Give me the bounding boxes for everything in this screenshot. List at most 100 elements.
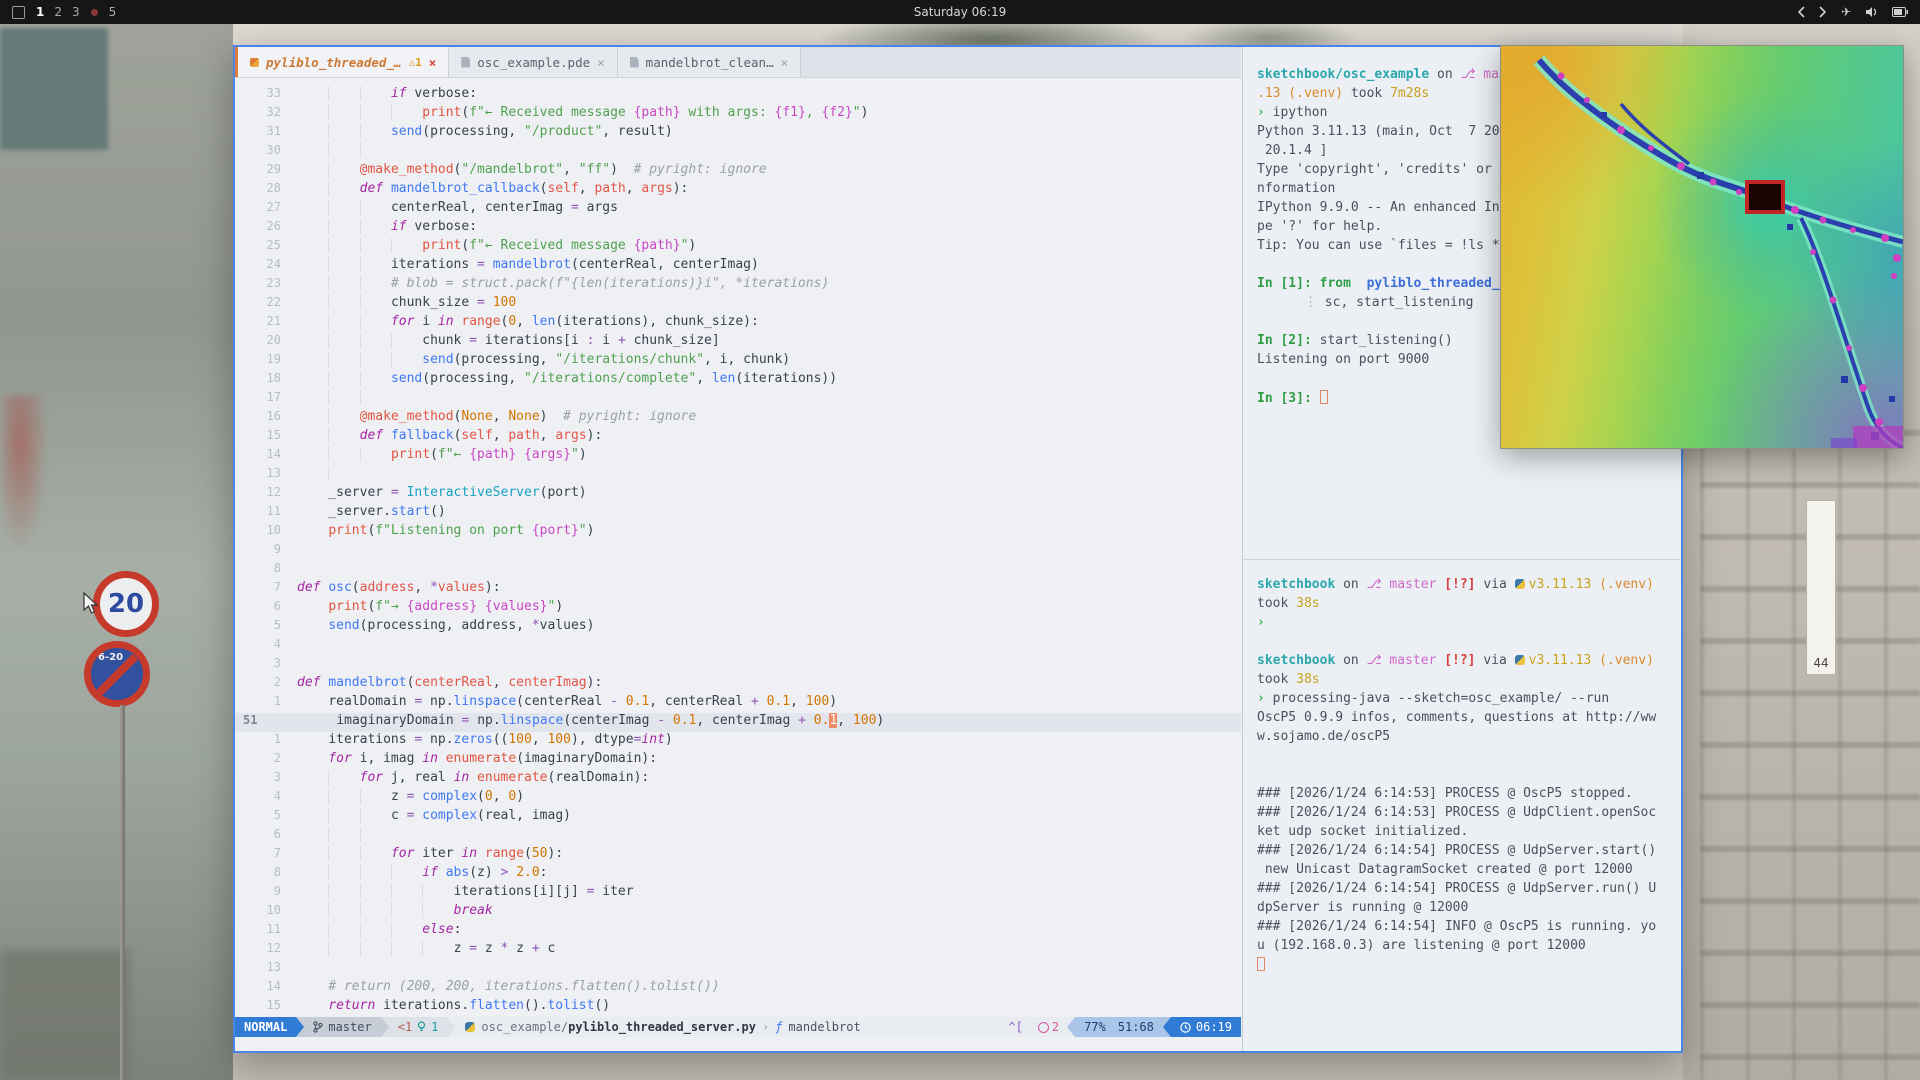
code-line[interactable]: 29 @make_method("/mandelbrot", "ff") # p…: [235, 162, 1241, 181]
code-line[interactable]: 13: [235, 960, 1241, 979]
code-line[interactable]: 24 iterations = mandelbrot(centerReal, c…: [235, 257, 1241, 276]
close-tab-icon[interactable]: ×: [429, 55, 437, 70]
code-line[interactable]: 13: [235, 466, 1241, 485]
code-line[interactable]: 15 return iterations.flatten().tolist(): [235, 998, 1241, 1017]
line-number: 51: [235, 713, 305, 732]
code-line[interactable]: 12 z = z * z + c: [235, 941, 1241, 960]
terminal-split-divider[interactable]: [1243, 559, 1681, 560]
workspace-1[interactable]: 1: [36, 5, 44, 19]
tab-mandelbrot-clean-[interactable]: mandelbrot_clean… ×: [618, 47, 801, 77]
battery-icon[interactable]: [1892, 7, 1908, 17]
code-line[interactable]: 4: [235, 637, 1241, 656]
terminal-bottom-output[interactable]: sketchbook on ⎇ master [!?] via v3.11.13…: [1243, 577, 1681, 1051]
volume-icon[interactable]: [1865, 6, 1878, 18]
code-line[interactable]: 11 else:: [235, 922, 1241, 941]
code-line[interactable]: 3: [235, 656, 1241, 675]
editor-pane[interactable]: pyliblo_threaded_…⚠1×osc_example.pde×man…: [235, 47, 1241, 1051]
close-tab-icon[interactable]: ×: [597, 55, 605, 70]
code-line[interactable]: 25 print(f"← Received message {path}"): [235, 238, 1241, 257]
code-area[interactable]: 33 if verbose:32 print(f"← Received mess…: [235, 78, 1241, 1017]
code-line[interactable]: 3 for j, real in enumerate(realDomain):: [235, 770, 1241, 789]
terminal-line: took 38s: [1257, 596, 1681, 615]
workspace-2[interactable]: 2: [54, 5, 62, 19]
code-text: [297, 827, 1241, 846]
code-line[interactable]: 9 iterations[i][j] = iter: [235, 884, 1241, 903]
line-number: 4: [235, 789, 297, 808]
code-text: z = complex(0, 0): [297, 789, 1241, 808]
code-line[interactable]: 18 send(processing, "/iterations/complet…: [235, 371, 1241, 390]
tab-label: osc_example.pde: [477, 55, 590, 70]
close-tab-icon[interactable]: ×: [781, 55, 789, 70]
code-line-cursor[interactable]: 51 imaginaryDomain = np.linspace(centerI…: [235, 713, 1241, 732]
chevron-left-icon[interactable]: [1797, 6, 1805, 18]
code-line[interactable]: 5 send(processing, address, *values): [235, 618, 1241, 637]
code-line[interactable]: 5 c = complex(real, imag): [235, 808, 1241, 827]
line-number: 11: [235, 504, 297, 523]
chevron-right-icon[interactable]: [1819, 6, 1827, 18]
code-line[interactable]: 11 _server.start(): [235, 504, 1241, 523]
code-line[interactable]: 30: [235, 143, 1241, 162]
code-line[interactable]: 21 for i in range(0, len(iterations), ch…: [235, 314, 1241, 333]
building-sign: 44: [1806, 500, 1836, 675]
tab-label: mandelbrot_clean…: [646, 55, 774, 70]
code-line[interactable]: 17: [235, 390, 1241, 409]
no-parking-sign: 6-20: [84, 641, 150, 707]
code-text: if verbose:: [297, 86, 1241, 105]
code-line[interactable]: 1 realDomain = np.linspace(centerReal - …: [235, 694, 1241, 713]
code-line[interactable]: 9: [235, 542, 1241, 561]
code-line[interactable]: 8: [235, 561, 1241, 580]
code-line[interactable]: 2def mandelbrot(centerReal, centerImag):: [235, 675, 1241, 694]
line-number: 7: [235, 580, 297, 599]
tab-pyliblo-threaded-[interactable]: pyliblo_threaded_…⚠1×: [235, 47, 449, 77]
code-line[interactable]: 33 if verbose:: [235, 86, 1241, 105]
mandelbrot-preview-window[interactable]: [1500, 45, 1904, 449]
code-line[interactable]: 32 print(f"← Received message {path} wit…: [235, 105, 1241, 124]
code-line[interactable]: 6: [235, 827, 1241, 846]
diagnostic-hint-count: 1: [431, 1020, 438, 1034]
workspace-indicator-dot[interactable]: [91, 9, 98, 16]
git-branch-name: master: [328, 1020, 371, 1034]
workspace-3[interactable]: 3: [72, 5, 80, 19]
code-line[interactable]: 22 chunk_size = 100: [235, 295, 1241, 314]
launcher-icon[interactable]: [12, 6, 25, 19]
file-name: pyliblo_threaded_server.py: [568, 1020, 756, 1034]
terminal-line: ### [2026/1/24 6:14:53] PROCESS @ OscP5 …: [1257, 786, 1681, 805]
code-line[interactable]: 4 z = complex(0, 0): [235, 789, 1241, 808]
code-line[interactable]: 16 @make_method(None, None) # pyright: i…: [235, 409, 1241, 428]
code-text: _server = InteractiveServer(port): [297, 485, 1241, 504]
code-line[interactable]: 14 print(f"← {path} {args}"): [235, 447, 1241, 466]
code-line[interactable]: 12 _server = InteractiveServer(port): [235, 485, 1241, 504]
code-line[interactable]: 10 print(f"Listening on port {port}"): [235, 523, 1241, 542]
code-text: chunk = iterations[i : i + chunk_size]: [297, 333, 1241, 352]
code-text: [297, 637, 1241, 656]
code-line[interactable]: 10 break: [235, 903, 1241, 922]
code-line[interactable]: 2 for i, imag in enumerate(imaginaryDoma…: [235, 751, 1241, 770]
code-text: print(f"← Received message {path}"): [297, 238, 1241, 257]
code-line[interactable]: 27 centerReal, centerImag = args: [235, 200, 1241, 219]
code-line[interactable]: 23 # blob = struct.pack(f"{len(iteration…: [235, 276, 1241, 295]
line-number: 29: [235, 162, 297, 181]
terminal-line: sketchbook on ⎇ master [!?] via v3.11.13…: [1257, 653, 1681, 672]
code-text: imaginaryDomain = np.linspace(centerImag…: [305, 713, 1241, 732]
line-number: 31: [235, 124, 297, 143]
code-line[interactable]: 6 print(f"→ {address} {values}"): [235, 599, 1241, 618]
code-line[interactable]: 26 if verbose:: [235, 219, 1241, 238]
tab-osc-example-pde[interactable]: osc_example.pde ×: [449, 47, 617, 77]
code-line[interactable]: 7def osc(address, *values):: [235, 580, 1241, 599]
workspace-5[interactable]: 5: [109, 5, 117, 19]
code-text: [297, 390, 1241, 409]
code-line[interactable]: 20 chunk = iterations[i : i + chunk_size…: [235, 333, 1241, 352]
code-line[interactable]: 7 for iter in range(50):: [235, 846, 1241, 865]
code-line[interactable]: 19 send(processing, "/iterations/chunk",…: [235, 352, 1241, 371]
line-number: 6: [235, 599, 297, 618]
code-line[interactable]: 31 send(processing, "/product", result): [235, 124, 1241, 143]
line-number: 5: [235, 618, 297, 637]
airplane-icon[interactable]: ✈: [1841, 5, 1851, 19]
code-line[interactable]: 8 if abs(z) > 2.0:: [235, 865, 1241, 884]
command-line[interactable]: [235, 1037, 1241, 1051]
code-line[interactable]: 15 def fallback(self, path, args):: [235, 428, 1241, 447]
code-text: for i in range(0, len(iterations), chunk…: [297, 314, 1241, 333]
code-line[interactable]: 14 # return (200, 200, iterations.flatte…: [235, 979, 1241, 998]
code-line[interactable]: 1 iterations = np.zeros((100, 100), dtyp…: [235, 732, 1241, 751]
code-line[interactable]: 28 def mandelbrot_callback(self, path, a…: [235, 181, 1241, 200]
